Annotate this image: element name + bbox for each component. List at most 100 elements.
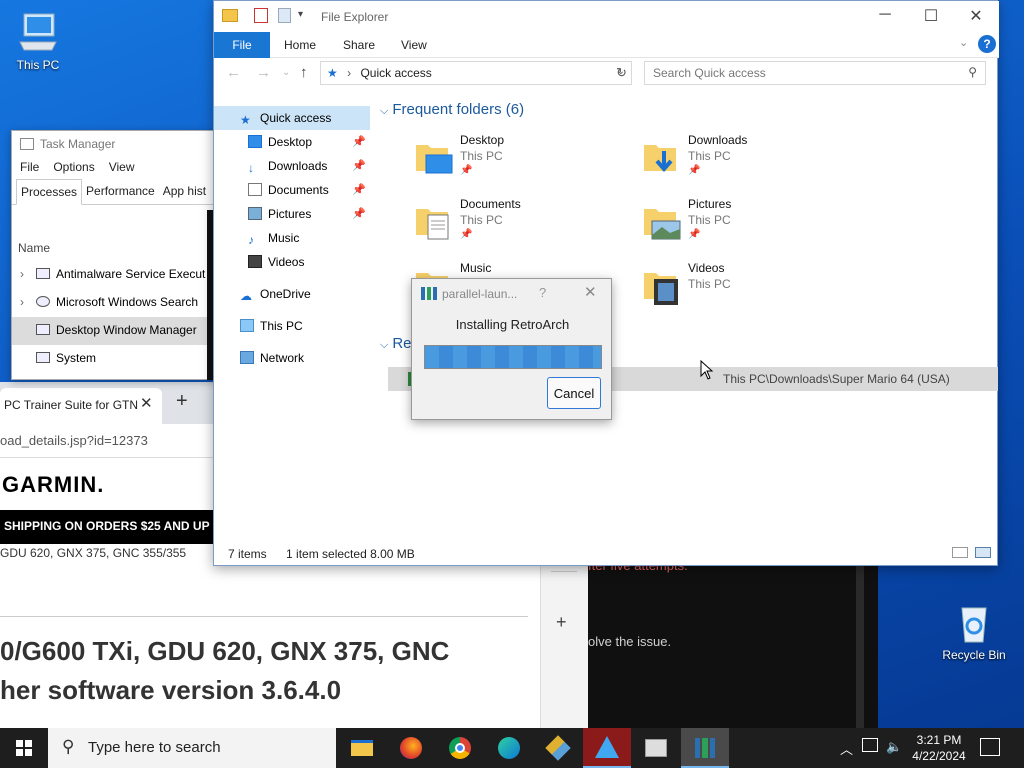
documents-folder-icon: [414, 203, 454, 243]
taskbar-search-input[interactable]: ⚲ Type here to search: [48, 728, 336, 768]
close-button[interactable]: ✕: [584, 283, 597, 301]
star-icon: ★: [327, 66, 338, 80]
browser-tab[interactable]: PC Trainer Suite for GTN: [0, 388, 162, 424]
windows-icon: [16, 740, 32, 756]
sidebar-item-pictures[interactable]: Pictures 📌: [214, 202, 370, 226]
sidebar-item-label: This PC: [260, 319, 303, 333]
desktop-icon-label: Recycle Bin: [942, 648, 1006, 662]
sidebar-item-desktop[interactable]: Desktop 📌: [214, 130, 370, 154]
expand-icon[interactable]: ›: [20, 295, 34, 309]
chevron-down-icon[interactable]: ⌄: [282, 67, 290, 78]
maximize-button[interactable]: ☐: [908, 1, 954, 31]
recent-files-header[interactable]: ⌵ Re: [380, 335, 412, 352]
close-tab-icon[interactable]: ✕: [140, 394, 153, 412]
up-arrow-icon[interactable]: ↑: [300, 64, 308, 81]
folder-tile-pictures[interactable]: Pictures This PC 📌: [642, 197, 862, 253]
notifications-icon[interactable]: [980, 738, 1000, 756]
help-button[interactable]: ?: [539, 285, 546, 300]
folder-name: Music: [460, 261, 492, 275]
chevron-down-icon[interactable]: ▾: [298, 9, 303, 20]
new-folder-icon[interactable]: [278, 8, 291, 23]
parallel-launcher-icon[interactable]: [681, 728, 729, 768]
divider: [0, 616, 528, 617]
pin-icon: 📌: [688, 165, 701, 176]
progress-fill: [425, 346, 601, 368]
details-view-icon[interactable]: [952, 547, 968, 558]
sidebar-item-this-pc[interactable]: This PC: [214, 314, 370, 338]
progress-bar: [424, 345, 602, 369]
process-row[interactable]: System: [12, 345, 222, 373]
sidebar-item-quick-access[interactable]: ★ Quick access: [214, 106, 370, 130]
folder-name: Downloads: [688, 133, 748, 147]
star-icon: ★: [240, 113, 251, 127]
column-header-name[interactable]: Name: [18, 241, 50, 255]
terminal-line: olve the issue.: [588, 634, 672, 649]
minimize-button[interactable]: ─: [862, 1, 908, 31]
refresh-icon[interactable]: ↻: [616, 65, 627, 81]
chrome-icon[interactable]: [436, 728, 484, 768]
sidebar-item-downloads[interactable]: ↓ Downloads 📌: [214, 154, 370, 178]
start-button[interactable]: [0, 728, 48, 768]
tab-processes[interactable]: Processes: [16, 179, 83, 205]
new-tab-button[interactable]: +: [176, 390, 188, 413]
clock[interactable]: 3:21 PM 4/22/2024: [900, 732, 978, 764]
desktop-icon-this-pc[interactable]: This PC: [0, 10, 76, 72]
edge-icon[interactable]: [485, 728, 533, 768]
app-a-icon[interactable]: [583, 728, 631, 768]
task-manager-icon: [20, 138, 34, 150]
close-button[interactable]: ✕: [953, 1, 999, 31]
large-icons-view-icon[interactable]: [975, 547, 991, 558]
show-hidden-icons-icon[interactable]: ︿: [840, 739, 853, 758]
desktop-icon-label: This PC: [16, 58, 60, 72]
tab-view[interactable]: View: [401, 38, 427, 52]
help-icon[interactable]: ?: [978, 35, 996, 53]
add-icon[interactable]: +: [556, 612, 567, 633]
process-row[interactable]: › Antimalware Service Execut: [12, 261, 222, 289]
status-bar: 7 items 1 item selected 8.00 MB: [228, 547, 415, 561]
folder-tile-documents[interactable]: Documents This PC 📌: [414, 197, 634, 253]
pin-icon: 📌: [352, 184, 366, 196]
forward-arrow-icon[interactable]: →: [256, 64, 271, 81]
menu-file[interactable]: File: [20, 160, 39, 176]
dialog-title: parallel-laun...: [442, 287, 518, 301]
folder-tile-desktop[interactable]: Desktop This PC 📌: [414, 133, 634, 189]
chevron-down-icon[interactable]: ⌄: [959, 36, 968, 49]
install-dialog: parallel-laun... ? ✕ Installing RetroArc…: [411, 278, 612, 420]
search-input[interactable]: Search Quick access ⚲: [644, 61, 986, 85]
git-icon[interactable]: [534, 728, 582, 768]
tab-share[interactable]: Share: [343, 38, 375, 52]
sidebar-item-network[interactable]: Network: [214, 346, 370, 370]
menu-view[interactable]: View: [109, 160, 135, 176]
sidebar-item-documents[interactable]: Documents 📌: [214, 178, 370, 202]
address-bar[interactable]: ★ › Quick access ⌄: [320, 61, 632, 85]
folder-tile-downloads[interactable]: Downloads This PC 📌: [642, 133, 862, 189]
tab-home[interactable]: Home: [284, 38, 316, 52]
back-arrow-icon[interactable]: ←: [226, 64, 241, 81]
frequent-folders-header[interactable]: ⌵ Frequent folders (6): [380, 101, 524, 118]
sidebar-item-label: Network: [260, 351, 305, 365]
file-explorer-icon[interactable]: [338, 728, 386, 768]
cancel-button[interactable]: Cancel: [547, 377, 601, 409]
menu-options[interactable]: Options: [53, 160, 94, 176]
explorer-titlebar[interactable]: ▾ File Explorer ─ ☐ ✕: [214, 1, 999, 32]
tab-performance[interactable]: Performance: [82, 179, 159, 204]
firefox-icon[interactable]: [387, 728, 435, 768]
computer-icon: [16, 10, 60, 54]
tab-file[interactable]: File: [214, 32, 270, 58]
folder-tile-videos[interactable]: Videos This PC: [642, 261, 862, 317]
tab-app-history[interactable]: App hist: [159, 179, 210, 204]
download-folder-icon: [642, 139, 682, 179]
photos-icon[interactable]: [632, 728, 680, 768]
folder-name: Pictures: [688, 197, 732, 211]
process-row[interactable]: › Microsoft Windows Search: [12, 289, 222, 317]
desktop-icon-recycle-bin[interactable]: Recycle Bin: [936, 600, 1012, 662]
sidebar-item-onedrive[interactable]: ☁ OneDrive: [214, 282, 370, 306]
network-icon[interactable]: [862, 738, 878, 752]
sidebar-item-videos[interactable]: Videos: [214, 250, 370, 274]
sidebar-item-music[interactable]: ♪ Music: [214, 226, 370, 250]
expand-icon[interactable]: ›: [20, 267, 34, 281]
task-manager-titlebar[interactable]: Task Manager: [12, 131, 220, 157]
properties-icon[interactable]: [254, 8, 268, 23]
brand-logo[interactable]: GARMIN.: [2, 472, 104, 498]
process-row[interactable]: Desktop Window Manager: [12, 317, 222, 345]
